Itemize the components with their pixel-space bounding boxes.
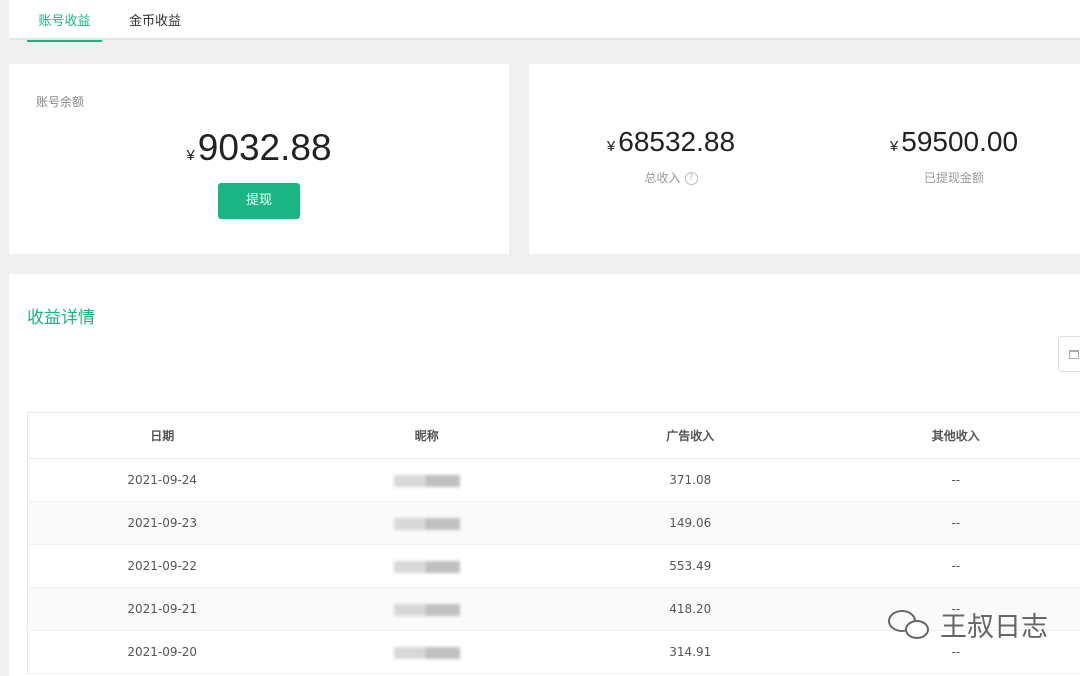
blurred-nickname [393,560,460,573]
balance-amount: ¥9032.88 [9,126,509,178]
cell-nickname [296,545,557,587]
balance-label: 账号余额 [36,95,85,109]
tab-bar: 账号收益 金币收益 [9,0,1080,42]
total-income-value: 68532.88 [618,126,736,157]
withdrawn-value: 59500.00 [901,126,1019,157]
cell-ad-income: 418.20 [669,602,712,616]
cell-ad-income: 314.91 [669,645,712,659]
tab-coin-income[interactable]: 金币收益 [122,0,188,40]
cell-nickname [296,588,557,630]
total-income-label-text: 总收入 [644,171,681,185]
cell-ad-income: 553.49 [669,559,712,573]
column-header-ad-income: 广告收入 [666,429,715,443]
withdrawn-label: 已提现金额 [923,171,984,185]
cell-nickname [296,631,557,673]
balance-card: 账号余额 ¥9032.88 提现 [9,64,509,254]
currency-symbol: ¥ [606,138,616,155]
withdrawn-amount: ¥59500.00 [854,124,1054,165]
blurred-nickname [393,474,460,487]
blurred-nickname [393,603,460,616]
column-header-nickname: 昵称 [414,429,439,443]
date-range-picker[interactable] [1058,336,1080,372]
total-income-amount: ¥68532.88 [571,124,771,165]
cell-date: 2021-09-21 [127,602,198,616]
question-circle-icon[interactable]: ? [684,172,698,185]
table-row: 2021-09-23 149.06 -- [28,502,1080,545]
cell-date: 2021-09-20 [127,645,198,659]
currency-symbol: ¥ [889,138,899,155]
cell-date: 2021-09-23 [127,516,198,530]
withdrawn-stat: ¥59500.00 已提现金额 [854,124,1054,186]
cell-ad-income: 149.06 [669,516,712,530]
cell-date: 2021-09-24 [127,473,198,487]
cell-nickname [296,502,557,544]
column-header-other-income: 其他收入 [931,429,980,443]
income-summary-card: ¥68532.88 总收入? ¥59500.00 已提现金额 [529,64,1080,254]
cell-nickname [296,459,557,501]
details-title: 收益详情 [27,308,95,328]
balance-value: 9032.88 [197,127,332,168]
blurred-nickname [393,646,460,659]
cell-other-income: -- [951,473,961,487]
calendar-icon [1069,350,1079,359]
cell-other-income: -- [951,516,961,530]
cell-ad-income: 371.08 [669,473,712,487]
total-income-stat: ¥68532.88 总收入? [571,124,771,186]
tab-account-income[interactable]: 账号收益 [27,0,102,42]
table-header-row: 日期 昵称 广告收入 其他收入 [28,413,1080,459]
cell-other-income: -- [951,559,961,573]
total-income-label: 总收入? [571,169,771,186]
table-row: 2021-09-24 371.08 -- [28,459,1080,502]
watermark-text: 王叔日志 [940,612,1048,643]
wechat-icon [888,608,934,642]
blurred-nickname [393,517,460,530]
cell-date: 2021-09-22 [127,559,198,573]
table-row: 2021-09-22 553.49 -- [28,545,1080,588]
withdraw-button[interactable]: 提现 [218,183,300,219]
watermark: 王叔日志 [888,605,1048,644]
column-header-date: 日期 [150,429,175,443]
currency-symbol: ¥ [186,147,195,164]
